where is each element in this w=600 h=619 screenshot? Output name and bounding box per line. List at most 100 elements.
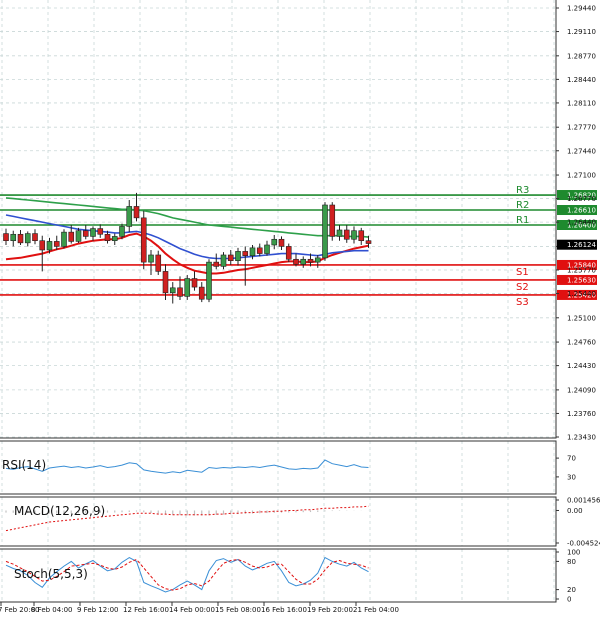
price-tick-label: 1.27770 xyxy=(567,124,596,132)
candle-body-down xyxy=(329,204,336,237)
level-name-r2: R2 xyxy=(516,200,529,211)
candle-body-up xyxy=(75,230,82,242)
price-tick-label: 1.29440 xyxy=(567,5,596,13)
price-tick-label: 1.25100 xyxy=(567,314,596,322)
level-name-r1: R1 xyxy=(516,215,529,226)
candle xyxy=(285,243,292,263)
candle-body-up xyxy=(148,254,154,263)
candle-body-up xyxy=(249,247,256,256)
price-tick-label: 1.24760 xyxy=(567,339,596,347)
candle-body-up xyxy=(235,251,241,261)
candle-body-up xyxy=(10,233,17,242)
candle xyxy=(300,256,307,268)
candle-body-up xyxy=(336,229,343,237)
candle xyxy=(82,224,89,240)
time-tick-label: 14 Feb 00:00 xyxy=(169,606,215,614)
price-tick-label: 1.29110 xyxy=(567,28,596,36)
candle-body-down xyxy=(278,238,285,247)
level-name-s1: S1 xyxy=(516,267,529,278)
candle-body-up xyxy=(300,258,307,265)
candle xyxy=(358,227,365,245)
indicator-tick-label: 0.00 xyxy=(567,507,583,515)
candle-body-down xyxy=(17,233,24,244)
indicator-tick-label: 0 xyxy=(567,596,571,604)
candle-body-up xyxy=(220,254,227,267)
candle-body-up xyxy=(119,226,125,237)
candle-body-down xyxy=(365,240,372,244)
candle xyxy=(322,202,328,261)
level-name-s2: S2 xyxy=(516,282,529,293)
candle-body-down xyxy=(53,241,60,247)
price-tick-label: 1.28770 xyxy=(567,52,596,60)
indicator-title: RSI(14) xyxy=(2,458,46,472)
candle xyxy=(213,253,220,270)
candle-body-down xyxy=(358,230,365,242)
candle-body-up xyxy=(24,233,31,244)
current-price-label: 1.26124 xyxy=(567,241,596,249)
candle-body-down xyxy=(155,254,162,272)
time-tick-label: 16 Feb 16:00 xyxy=(261,606,307,614)
candle-body-down xyxy=(68,231,75,242)
moving-average-line xyxy=(5,214,369,260)
candle xyxy=(278,236,285,250)
candle xyxy=(336,224,343,241)
price-tick-label: 1.28110 xyxy=(567,99,596,107)
candle-body-down xyxy=(256,247,263,254)
candle xyxy=(155,250,162,275)
candle-body-down xyxy=(39,240,46,251)
candlestick-chart: R3 1.26820R2 1.26610R1 1.26400S11.25840S21.… xyxy=(0,0,600,614)
price-tick-label: 1.23760 xyxy=(567,410,596,418)
candle xyxy=(133,192,140,222)
candle xyxy=(271,234,278,250)
time-tick-label: 9 Feb 12:00 xyxy=(77,606,118,614)
price-tick-label: 1.27100 xyxy=(567,172,596,180)
price-tick-label: 1.26770 xyxy=(567,195,596,203)
time-tick-label: 19 Feb 20:00 xyxy=(307,606,353,614)
indicator-0: 70 30 RSI(14) xyxy=(2,455,576,482)
price-tick-label: 1.26440 xyxy=(567,219,596,227)
candle-body-up xyxy=(126,206,133,227)
candle-body-down xyxy=(177,287,183,297)
candle-body-up xyxy=(206,261,212,300)
candle xyxy=(97,224,104,238)
indicator-tick-label: 100 xyxy=(567,549,580,557)
candle xyxy=(126,200,133,233)
indicator-tick-label: -0.004524 xyxy=(567,540,600,548)
price-tick-label: 1.28440 xyxy=(567,76,596,84)
candle-body-up xyxy=(169,287,176,294)
candle-body-down xyxy=(227,254,234,261)
indicator-line xyxy=(5,459,369,474)
candle-body-up xyxy=(61,231,67,247)
candle xyxy=(343,224,350,243)
candle xyxy=(206,259,212,303)
candle-body-down xyxy=(285,246,292,260)
moving-average-line xyxy=(5,232,369,275)
candle-body-down xyxy=(82,230,89,237)
candle xyxy=(3,228,9,245)
candle xyxy=(140,210,147,270)
time-tick-label: 8 Feb 04:00 xyxy=(31,606,72,614)
candle-body-up xyxy=(351,230,357,240)
candle xyxy=(314,254,321,268)
candle xyxy=(169,282,176,304)
candle xyxy=(17,229,24,245)
candle xyxy=(32,229,38,245)
candle xyxy=(184,274,191,300)
time-tick-label: 12 Feb 16:00 xyxy=(123,606,169,614)
indicator-tick-label: 80 xyxy=(567,558,576,566)
indicator-1: 0.001456 0.00 -0.004524 MACD(12,26,9) xyxy=(5,497,600,548)
candle xyxy=(351,226,357,244)
candle-body-down xyxy=(140,217,147,263)
candle-body-down xyxy=(343,229,350,240)
candle xyxy=(24,231,31,247)
candle-body-down xyxy=(293,258,299,265)
candle-body-down xyxy=(133,206,140,219)
price-tick-label: 1.27440 xyxy=(567,147,596,155)
moving-average-line xyxy=(5,197,369,238)
candle xyxy=(293,253,299,267)
candle xyxy=(10,230,17,247)
candle-body-down xyxy=(97,228,104,235)
candle xyxy=(264,240,270,256)
level-name-s3: S3 xyxy=(516,297,529,308)
pivot-levels: R3 1.26820R2 1.26610R1 1.26400S11.25840S21.… xyxy=(0,185,597,308)
